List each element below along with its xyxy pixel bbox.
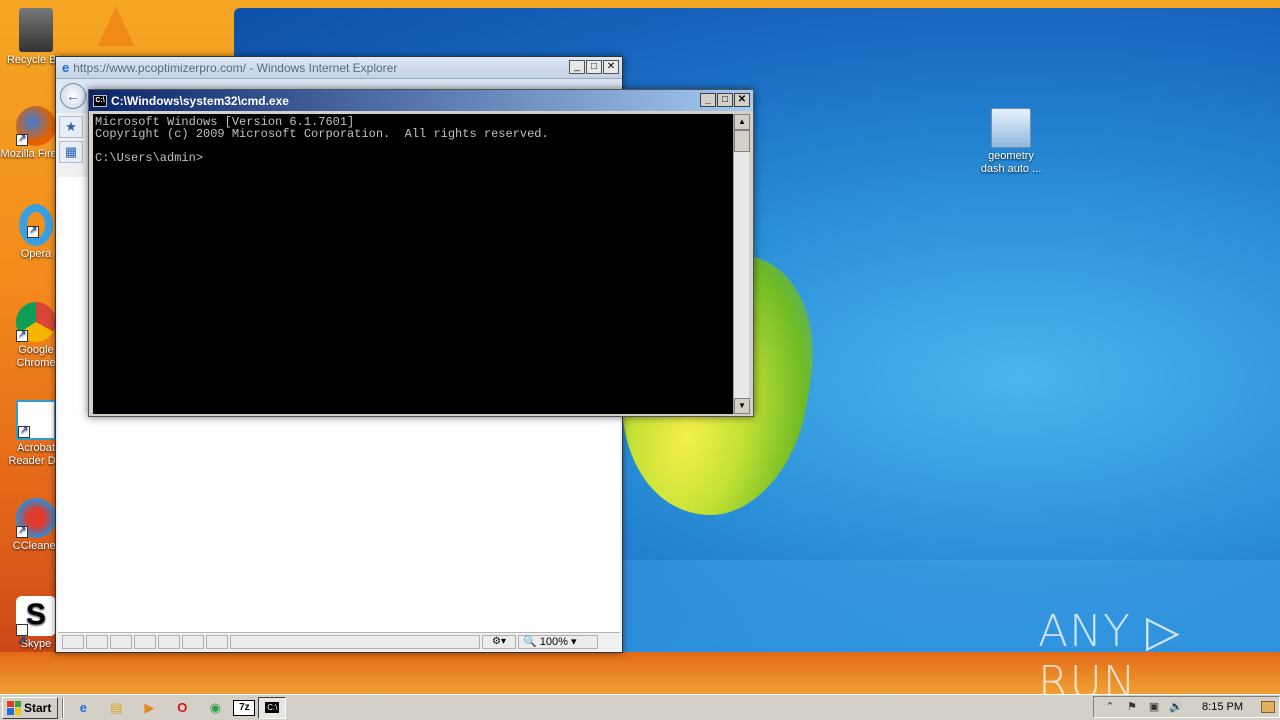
ie-title-bar[interactable]: e https://www.pcoptimizerpro.com/ - Wind… (56, 57, 622, 79)
taskbar-chrome[interactable]: ◉ (200, 697, 230, 719)
favorites-star-icon[interactable]: ★ (59, 116, 83, 138)
maximize-button[interactable]: □ (717, 93, 733, 107)
opera-icon (19, 204, 53, 246)
cmd-icon: C:\ (93, 94, 107, 107)
taskbar: Start e ▤ ▶ O ◉ 7z C:\ ⌃ ⚑ ▣ 🔊 8:15 PM (0, 694, 1280, 720)
start-label: Start (24, 700, 52, 715)
ie-logo-icon: e (62, 60, 70, 75)
console-prompt: C:\Users\admin> (95, 151, 204, 165)
back-button[interactable]: ← (60, 83, 86, 109)
network-icon[interactable]: ▣ (1146, 700, 1162, 714)
security-zone-icon[interactable]: ⚙▾ (482, 634, 516, 649)
desktop-icon-label: Opera (20, 248, 52, 260)
desktop-icon-vlc[interactable] (80, 6, 152, 48)
taskbar-cmd[interactable]: C:\ (258, 696, 287, 719)
taskbar-explorer[interactable]: ▤ (101, 697, 131, 719)
status-segment (134, 634, 156, 649)
status-segment (110, 634, 132, 649)
taskbar-opera[interactable]: O (167, 697, 197, 719)
status-segment (182, 634, 204, 649)
cmd-window-title: C:\Windows\system32\cmd.exe (111, 93, 289, 108)
volume-icon[interactable]: 🔊 (1168, 700, 1184, 714)
minimize-button[interactable]: _ (569, 60, 585, 74)
cmd-scrollbar[interactable]: ▲ ▼ (733, 114, 750, 414)
scroll-up-button[interactable]: ▲ (734, 114, 750, 130)
ie-icon: e (79, 700, 87, 715)
folder-icon: ▤ (110, 699, 123, 715)
scroll-down-button[interactable]: ▼ (734, 398, 750, 414)
anyrun-watermark: ANY ▷ RUN (1038, 606, 1181, 694)
status-segment (206, 634, 228, 649)
cmd-title-bar[interactable]: C:\ C:\Windows\system32\cmd.exe _ □ ✕ (89, 90, 753, 111)
status-text-area (230, 634, 480, 649)
console-line: Copyright (c) 2009 Microsoft Corporation… (95, 127, 549, 141)
show-hidden-icons-button[interactable]: ⌃ (1102, 700, 1118, 714)
show-desktop-button[interactable] (1261, 701, 1275, 713)
opera-icon: O (177, 700, 188, 715)
action-center-icon[interactable]: ⚑ (1124, 700, 1140, 714)
ccleaner-icon (16, 498, 56, 538)
quick-tabs-icon[interactable]: ▦ (59, 141, 83, 163)
firefox-icon (16, 106, 56, 146)
maximize-button[interactable]: □ (586, 60, 602, 74)
zoom-control[interactable]: 🔍 100% ▾ (518, 634, 598, 649)
minimize-button[interactable]: _ (700, 93, 716, 107)
7zip-icon: 7z (239, 702, 250, 713)
installer-icon (991, 108, 1031, 148)
desktop-icon-label: CCleaner (12, 540, 60, 552)
desktop-icon-label: dash auto ... (980, 163, 1042, 175)
close-button[interactable]: ✕ (603, 60, 619, 74)
chrome-icon: ◉ (209, 699, 222, 715)
taskbar-separator (62, 697, 65, 718)
zoom-level: 100% (539, 635, 568, 648)
desktop-icon-geometry-dash[interactable]: geometry dash auto ... (975, 108, 1047, 176)
taskbar-ie[interactable]: e (68, 697, 98, 719)
taskbar-7zip[interactable]: 7z (233, 699, 256, 716)
scroll-thumb[interactable] (734, 130, 750, 152)
windows-logo-icon (7, 700, 21, 715)
system-tray: ⌃ ⚑ ▣ 🔊 8:15 PM (1093, 696, 1280, 718)
start-button[interactable]: Start (2, 696, 59, 719)
close-button[interactable]: ✕ (734, 93, 750, 107)
skype-icon: S (16, 596, 56, 660)
desktop: Recycle Bin Mozilla Firefox Opera Google… (0, 0, 1280, 694)
clock[interactable]: 8:15 PM (1202, 701, 1243, 713)
status-segment (62, 634, 84, 649)
chrome-icon (16, 302, 56, 342)
media-player-icon: ▶ (144, 699, 155, 715)
recycle-bin-icon (19, 8, 53, 52)
ie-status-bar: ⚙▾ 🔍 100% ▾ (58, 632, 620, 650)
desktop-icon-label: geometry (988, 150, 1034, 162)
cmd-window[interactable]: C:\ C:\Windows\system32\cmd.exe _ □ ✕ Mi… (88, 89, 754, 417)
cmd-icon: C:\ (265, 702, 280, 713)
taskbar-media-player[interactable]: ▶ (134, 697, 164, 719)
acrobat-icon (16, 400, 56, 440)
desktop-icon-label: Google Chrome (16, 344, 56, 369)
ie-favorites-bar: ★ ▦ (58, 113, 86, 173)
status-segment (158, 634, 180, 649)
ie-window-title: https://www.pcoptimizerpro.com/ - Window… (73, 60, 398, 75)
vlc-icon (98, 6, 134, 46)
cmd-console[interactable]: Microsoft Windows [Version 6.1.7601] Copy… (93, 114, 735, 414)
status-segment (86, 634, 108, 649)
zoom-dropdown-icon: ▾ (570, 635, 577, 648)
